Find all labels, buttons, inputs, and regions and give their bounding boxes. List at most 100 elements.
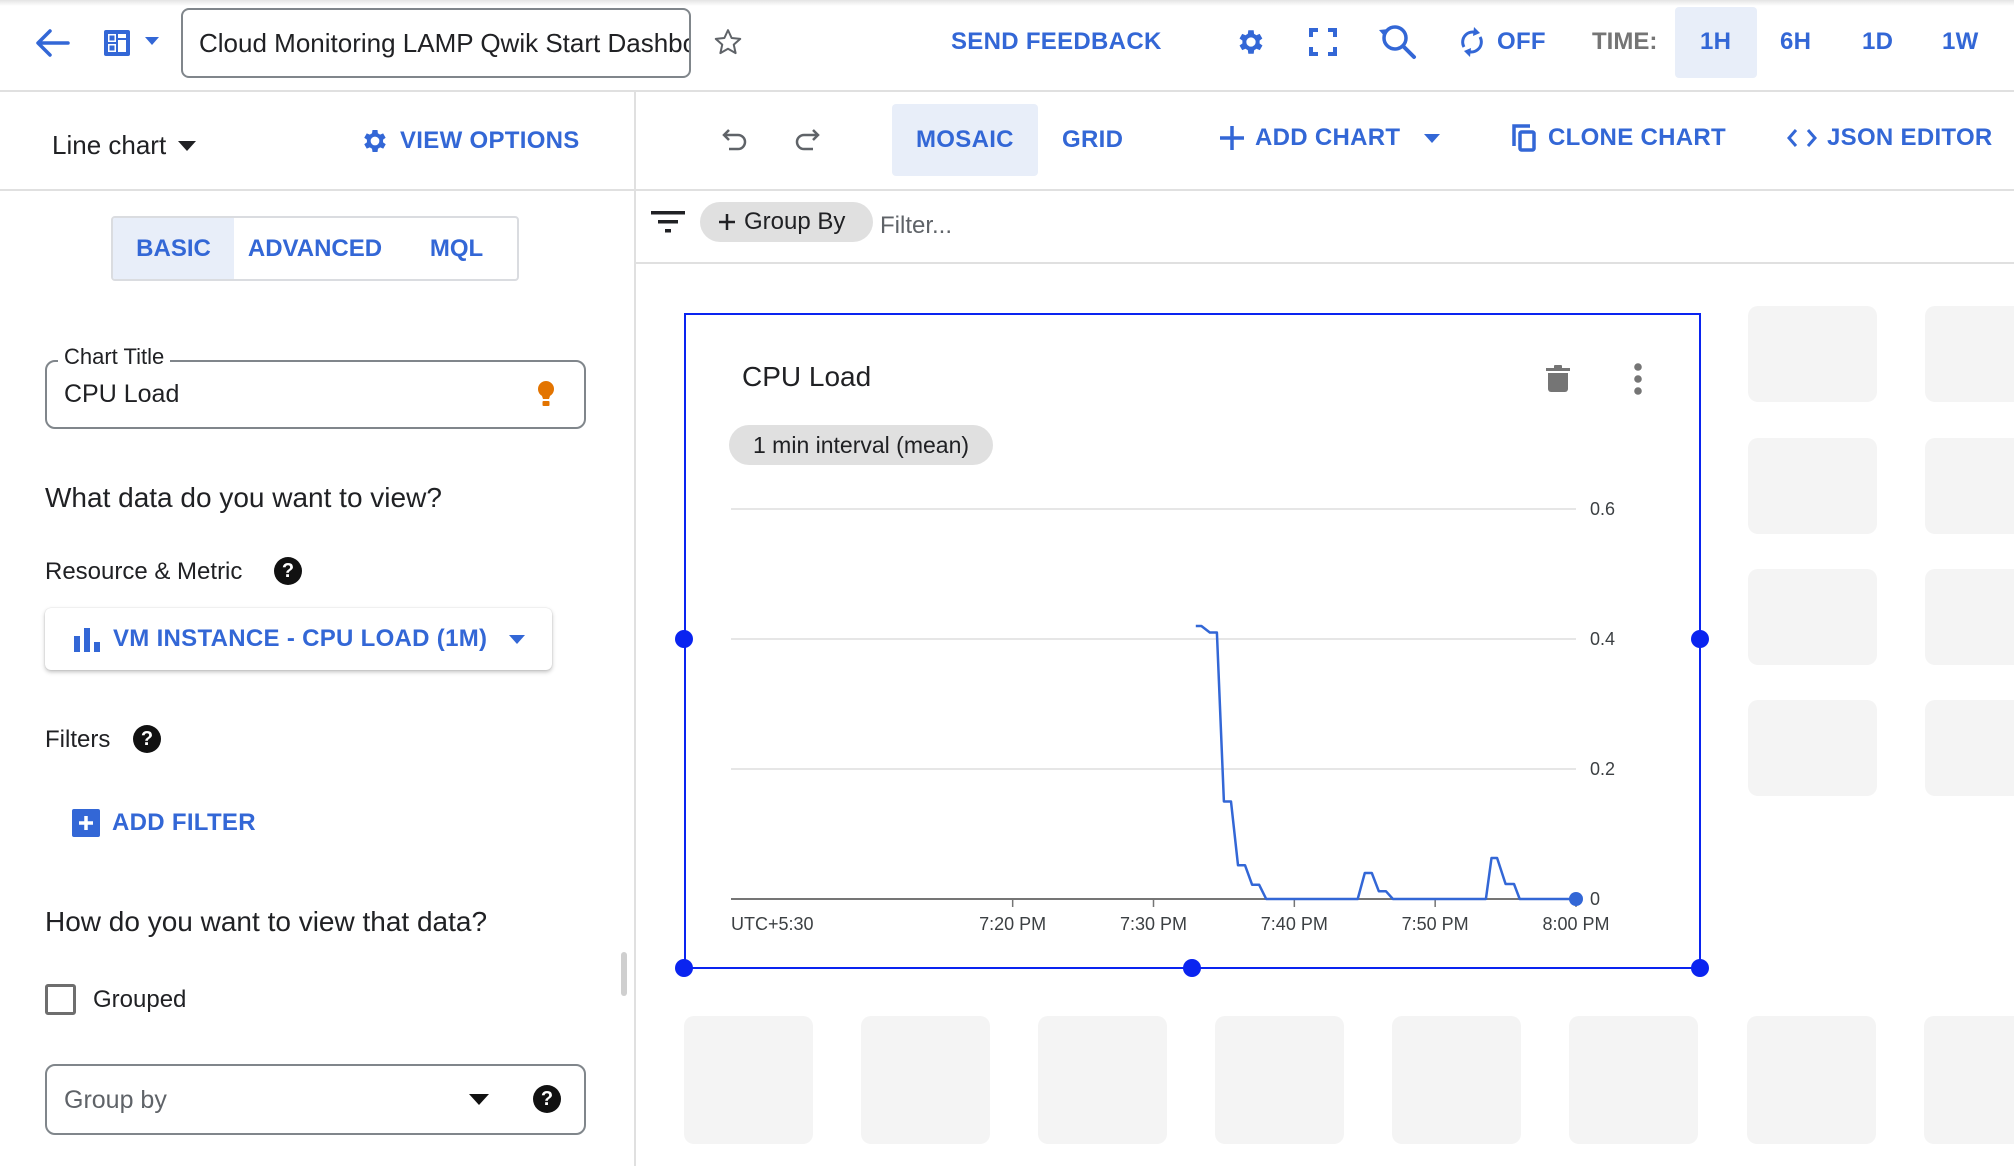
topbar-shadow bbox=[0, 0, 2014, 6]
latest-value-marker bbox=[1569, 892, 1583, 906]
timezone-label: UTC+5:30 bbox=[731, 914, 814, 934]
resize-handle-bottom-right[interactable] bbox=[1691, 959, 1709, 977]
back-arrow-icon[interactable] bbox=[32, 26, 72, 60]
placeholder-tile bbox=[1748, 700, 1877, 796]
editor-panel-divider bbox=[634, 91, 636, 1166]
group-by-chip[interactable]: Group By bbox=[700, 202, 873, 242]
caret-down-icon[interactable] bbox=[468, 1092, 490, 1106]
query-mode-tabs: BASIC ADVANCED MQL bbox=[111, 216, 519, 281]
y-tick-label: 0.2 bbox=[1590, 759, 1615, 779]
editor-scrollbar[interactable] bbox=[621, 952, 627, 996]
placeholder-tile bbox=[1748, 306, 1877, 402]
grouped-checkbox[interactable] bbox=[45, 984, 76, 1015]
resize-handle-bottom-left[interactable] bbox=[675, 959, 693, 977]
help-icon[interactable]: ? bbox=[274, 557, 302, 585]
toolbar-divider bbox=[636, 189, 2014, 191]
group-by-chip-label: Group By bbox=[744, 208, 846, 235]
placeholder-tile bbox=[1925, 700, 2014, 796]
placeholder-tile bbox=[1925, 569, 2014, 665]
line-chart[interactable]: 0 0.2 0.4 0.6 7:20 PM 7:30 PM 7:40 PM 7:50 PM 8:… bbox=[686, 315, 1699, 967]
placeholder-tile bbox=[861, 1016, 990, 1144]
y-tick-label: 0.4 bbox=[1590, 629, 1615, 649]
x-tick-label: 7:50 PM bbox=[1402, 914, 1469, 934]
dashboard-icon[interactable] bbox=[102, 28, 132, 58]
tab-advanced[interactable]: ADVANCED bbox=[234, 218, 396, 279]
time-label: TIME: bbox=[1592, 28, 1658, 55]
reset-zoom-icon[interactable] bbox=[1374, 22, 1418, 62]
resize-handle-left[interactable] bbox=[675, 630, 693, 648]
time-range-6h[interactable]: 6H bbox=[1780, 28, 1811, 56]
clone-chart-label: CLONE CHART bbox=[1548, 124, 1726, 151]
plus-icon bbox=[1220, 126, 1244, 150]
section-heading-data: What data do you want to view? bbox=[45, 482, 442, 513]
resource-metric-label: Resource & Metric bbox=[45, 558, 243, 585]
grouped-label: Grouped bbox=[93, 986, 187, 1013]
placeholder-tile bbox=[1924, 1016, 2014, 1144]
caret-down-icon bbox=[1424, 133, 1441, 143]
dashboard-menu-caret-icon[interactable] bbox=[142, 34, 162, 48]
send-feedback-button[interactable]: SEND FEEDBACK bbox=[951, 28, 1162, 56]
placeholder-tile bbox=[1215, 1016, 1344, 1144]
editor-header-divider bbox=[0, 189, 634, 191]
lightbulb-hint-icon[interactable] bbox=[535, 378, 557, 410]
bar-chart-icon bbox=[74, 628, 100, 652]
chart-title-input[interactable]: CPU Load bbox=[64, 380, 179, 409]
clone-chart-button[interactable]: CLONE CHART bbox=[1512, 124, 1726, 152]
section-heading-view: How do you want to view that data? bbox=[45, 906, 488, 937]
placeholder-tile bbox=[1925, 438, 2014, 534]
resize-handle-bottom[interactable] bbox=[1183, 959, 1201, 977]
view-options-label: VIEW OPTIONS bbox=[400, 127, 580, 154]
x-tick-label: 7:40 PM bbox=[1261, 914, 1328, 934]
chart-title-label: Chart Title bbox=[58, 344, 171, 370]
copy-icon bbox=[1512, 124, 1536, 152]
placeholder-tile bbox=[1569, 1016, 1698, 1144]
placeholder-tile bbox=[1748, 569, 1877, 665]
time-range-1d[interactable]: 1D bbox=[1862, 28, 1893, 56]
json-editor-label: JSON EDITOR bbox=[1827, 124, 1993, 151]
time-range-1w[interactable]: 1W bbox=[1942, 28, 1979, 56]
topbar-divider bbox=[0, 90, 2014, 92]
add-chart-label: ADD CHART bbox=[1255, 124, 1401, 151]
caret-down-icon bbox=[509, 634, 526, 644]
fullscreen-icon[interactable] bbox=[1306, 25, 1340, 59]
x-tick-label: 7:30 PM bbox=[1120, 914, 1187, 934]
chart-card[interactable]: CPU Load 1 min interval (mean) 0 0.2 0.4 0.… bbox=[684, 313, 1701, 969]
layout-mosaic[interactable]: MOSAIC bbox=[916, 126, 1014, 154]
dashboard-title-input[interactable]: Cloud Monitoring LAMP Qwik Start Dashboa… bbox=[181, 8, 691, 78]
placeholder-tile bbox=[684, 1016, 813, 1144]
placeholder-tile bbox=[1747, 1016, 1876, 1144]
resize-handle-right[interactable] bbox=[1691, 630, 1709, 648]
chart-type-select[interactable]: Line chart bbox=[52, 130, 197, 161]
view-options-button[interactable]: VIEW OPTIONS bbox=[360, 126, 580, 156]
add-chart-button[interactable]: ADD CHART bbox=[1219, 124, 1441, 152]
plus-icon bbox=[719, 214, 735, 230]
add-box-icon bbox=[72, 809, 100, 837]
gear-icon[interactable] bbox=[1234, 25, 1268, 59]
placeholder-tile bbox=[1038, 1016, 1167, 1144]
placeholder-tile bbox=[1748, 438, 1877, 534]
star-icon[interactable] bbox=[711, 25, 745, 59]
tab-mql[interactable]: MQL bbox=[396, 218, 517, 279]
undo-icon[interactable] bbox=[720, 124, 750, 154]
json-editor-button[interactable]: JSON EDITOR bbox=[1787, 124, 1993, 152]
placeholder-tile bbox=[1392, 1016, 1521, 1144]
x-tick-label: 8:00 PM bbox=[1542, 914, 1609, 934]
gear-icon bbox=[364, 130, 386, 152]
tab-basic[interactable]: BASIC bbox=[113, 218, 234, 279]
add-filter-label: ADD FILTER bbox=[112, 809, 256, 836]
y-tick-label: 0.6 bbox=[1590, 499, 1615, 519]
help-icon[interactable]: ? bbox=[533, 1085, 561, 1113]
redo-icon[interactable] bbox=[792, 124, 822, 154]
group-by-placeholder: Group by bbox=[64, 1086, 167, 1114]
code-icon bbox=[1787, 129, 1817, 147]
filter-list-icon[interactable] bbox=[648, 208, 688, 236]
caret-down-icon bbox=[178, 140, 197, 151]
add-filter-button[interactable]: ADD FILTER bbox=[72, 809, 256, 837]
filter-input[interactable]: Filter... bbox=[880, 212, 952, 240]
auto-refresh-toggle[interactable]: OFF bbox=[1497, 28, 1546, 56]
refresh-icon[interactable] bbox=[1456, 24, 1488, 60]
layout-grid[interactable]: GRID bbox=[1062, 126, 1123, 154]
metric-select-button[interactable]: VM INSTANCE - CPU LOAD (1M) bbox=[45, 608, 552, 670]
help-icon[interactable]: ? bbox=[133, 725, 161, 753]
time-range-1h[interactable]: 1H bbox=[1700, 28, 1731, 56]
